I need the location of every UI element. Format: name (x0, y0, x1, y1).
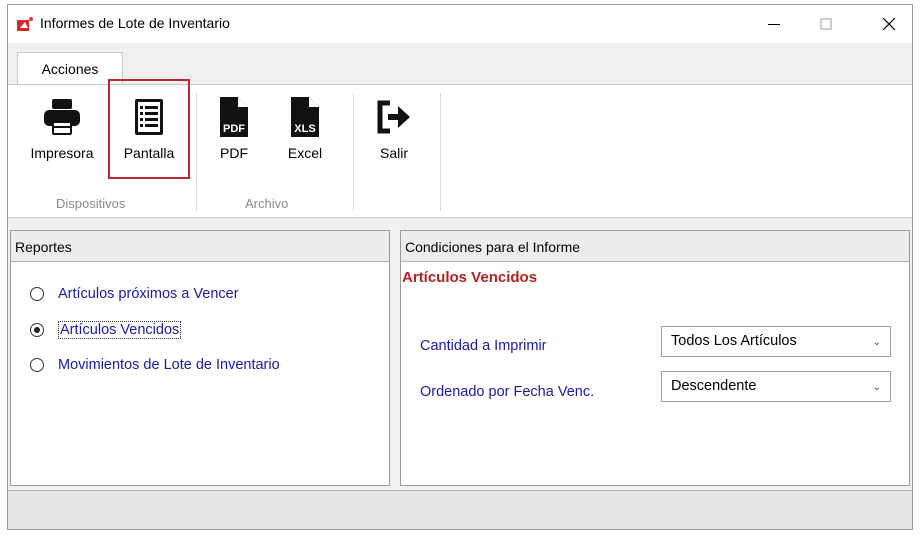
cantidad-select[interactable]: Todos Los Artículos ⌄ (661, 326, 891, 357)
close-icon (882, 17, 896, 31)
chevron-down-icon: ⌄ (872, 382, 881, 393)
printer-icon (44, 99, 80, 135)
condiciones-header: Condiciones para el Informe (401, 231, 909, 262)
radio-movimientos[interactable] (30, 358, 44, 372)
chevron-down-icon: ⌄ (872, 337, 881, 348)
radio-proximos[interactable] (30, 287, 44, 301)
ordenado-value: Descendente (671, 378, 757, 394)
report-option-label: Artículos Vencidos (58, 321, 182, 339)
impresora-button[interactable]: Impresora (16, 91, 108, 169)
radio-vencidos[interactable] (30, 323, 44, 337)
pdf-button[interactable]: PDF PDF (209, 91, 259, 169)
group-separator (353, 93, 354, 211)
impresora-label: Impresora (30, 145, 94, 161)
salir-label: Salir (379, 145, 408, 161)
group-separator (196, 93, 197, 211)
maximize-button[interactable] (803, 5, 849, 43)
reportes-panel: Reportes Artículos próximos a Vencer Art… (10, 230, 390, 486)
pantalla-button[interactable]: Pantalla (108, 79, 190, 179)
xls-file-icon: XLS (291, 97, 319, 137)
window-title: Informes de Lote de Inventario (40, 15, 230, 31)
condiciones-panel: Condiciones para el Informe Artículos Ve… (400, 230, 910, 486)
svg-text:PDF: PDF (223, 123, 245, 135)
group-separator (440, 93, 441, 211)
status-bar (8, 490, 912, 529)
report-option-movimientos[interactable]: Movimientos de Lote de Inventario (30, 357, 280, 373)
maximize-icon (820, 18, 832, 30)
report-option-label: Movimientos de Lote de Inventario (58, 357, 280, 373)
report-option-proximos[interactable]: Artículos próximos a Vencer (30, 286, 239, 302)
app-icon (17, 17, 33, 31)
close-button[interactable] (866, 5, 912, 43)
cantidad-value: Todos Los Artículos (671, 333, 797, 349)
excel-label: Excel (287, 145, 323, 161)
screen-report-icon (135, 99, 163, 135)
cantidad-label: Cantidad a Imprimir (420, 338, 547, 354)
pantalla-label: Pantalla (123, 145, 175, 161)
minimize-icon (768, 24, 780, 25)
ribbon-body: Impresora Pantalla PDF PDF XLS Excel Sal… (8, 79, 912, 218)
reportes-header: Reportes (11, 231, 389, 262)
ordenado-label: Ordenado por Fecha Venc. (420, 384, 595, 400)
group-label-dispositivos: Dispositivos (56, 196, 126, 211)
excel-button[interactable]: XLS Excel (278, 91, 332, 169)
svg-text:XLS: XLS (294, 123, 315, 135)
salir-button[interactable]: Salir (369, 91, 419, 169)
ordenado-select[interactable]: Descendente ⌄ (661, 371, 891, 402)
minimize-button[interactable] (751, 5, 797, 43)
report-option-vencidos[interactable]: Artículos Vencidos (30, 321, 182, 339)
exit-icon (377, 100, 410, 134)
pdf-file-icon: PDF (220, 97, 248, 137)
pdf-label: PDF (220, 145, 248, 161)
condiciones-title: Artículos Vencidos (402, 269, 538, 286)
group-label-archivo: Archivo (245, 196, 289, 211)
title-bar: Informes de Lote de Inventario (8, 5, 912, 43)
main-window: Informes de Lote de Inventario Acciones (7, 4, 913, 530)
report-option-label: Artículos próximos a Vencer (58, 286, 239, 302)
